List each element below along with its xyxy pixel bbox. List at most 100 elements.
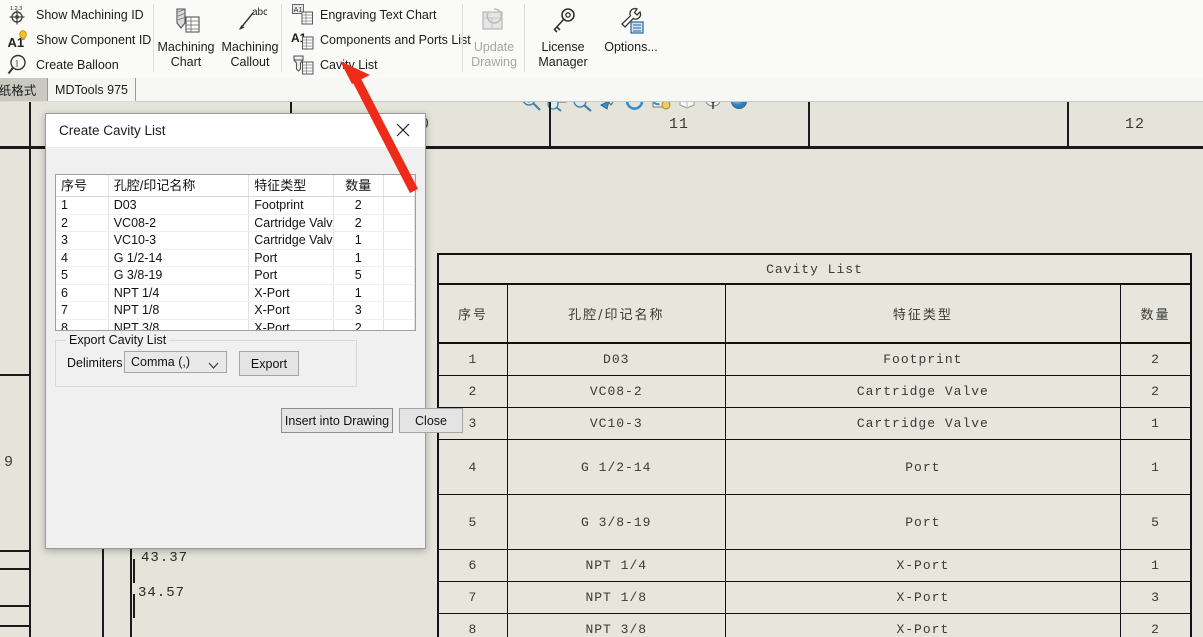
cell-qty: 2 <box>1120 613 1192 637</box>
cell-name: NPT 1/4 <box>108 284 250 302</box>
engraving-text-chart-icon: A1 <box>291 3 314 26</box>
create-cavity-list-dialog[interactable]: Create Cavity List 序号 孔腔/印记名称 特征类型 数量 1 … <box>45 113 463 549</box>
svg-text:1.2.3: 1.2.3 <box>10 6 22 12</box>
close-button[interactable]: Close <box>399 408 463 433</box>
cell-spare <box>383 214 415 232</box>
license-manager-button[interactable]: License Manager <box>531 2 595 69</box>
options-label-1: Options... <box>604 40 658 54</box>
drawing-header-no: 序号 <box>437 283 508 344</box>
cell-no: 3 <box>56 231 109 250</box>
grid-header-no[interactable]: 序号 <box>56 175 109 197</box>
cell-type: X-Port <box>248 319 334 330</box>
zone-divider-left-3 <box>0 568 30 570</box>
ribbon-group-tools: License Manager Options... <box>525 0 663 78</box>
grid-row[interactable]: 2 VC08-2 Cartridge Valve 2 <box>56 214 415 232</box>
dimension-value-2: 34.57 <box>138 585 186 601</box>
grid-row[interactable]: 4G 1/2-14 Port 1 <box>56 249 415 267</box>
cell-no: 6 <box>437 549 508 582</box>
cell-no: 1 <box>437 342 508 376</box>
cell-no: 2 <box>56 214 109 232</box>
tab-mdtools-975-label: MDTools 975 <box>55 82 128 97</box>
cell-type: X-Port <box>248 284 334 302</box>
dialog-titlebar[interactable]: Create Cavity List <box>46 114 425 148</box>
cell-name: G 3/8-19 <box>506 494 726 550</box>
update-drawing-label-2: Drawing <box>471 55 517 69</box>
insert-into-drawing-button[interactable]: Insert into Drawing <box>281 408 393 433</box>
chevron-down-icon <box>208 359 219 373</box>
grid-row[interactable]: 3 VC10-3 Cartridge Valve 1 <box>56 231 415 250</box>
cell-name: NPT 1/8 <box>108 301 250 320</box>
ribbon-group-ids: 1.2.3 Show Machining ID A1 Show Componen… <box>0 0 154 78</box>
drawing-table-row: 7 NPT 1/8 X-Port 3 <box>437 581 1192 614</box>
cell-type: Port <box>248 266 334 285</box>
tab-paper-format[interactable]: 纸格式 <box>0 78 48 101</box>
cavity-list-button[interactable]: Cavity List <box>288 52 381 77</box>
tab-mdtools-975[interactable]: MDTools 975 <box>48 78 136 101</box>
machining-callout-button[interactable]: abc Machining Callout <box>218 2 282 69</box>
zone-divider-left-1 <box>0 374 30 376</box>
export-button[interactable]: Export <box>239 351 299 376</box>
show-component-id-button[interactable]: A1 Show Component ID <box>4 27 154 52</box>
cell-qty: 2 <box>1120 375 1192 408</box>
cell-name: NPT 3/8 <box>506 613 726 637</box>
machining-callout-label-1: Machining <box>221 40 279 54</box>
machining-chart-button[interactable]: Machining Chart <box>154 2 218 69</box>
options-button[interactable]: Options... <box>599 2 663 54</box>
create-balloon-button[interactable]: 1 Create Balloon <box>4 52 122 77</box>
cell-type: Port <box>248 249 334 267</box>
machining-chart-icon <box>169 5 203 39</box>
tab-strip-filler <box>136 78 1203 102</box>
grid-row[interactable]: 8 NPT 3/8 X-Port 2 <box>56 319 415 330</box>
zone-divider-left-4 <box>0 605 30 607</box>
cell-spare <box>383 231 415 250</box>
drawing-table-row: 5G 3/8-19 Port 5 <box>437 494 1192 550</box>
grid-header-type[interactable]: 特征类型 <box>248 175 334 197</box>
cell-spare <box>383 284 415 302</box>
cell-qty: 3 <box>1120 581 1192 614</box>
grid-header-spare[interactable] <box>383 175 415 197</box>
components-ports-list-label: Components and Ports List <box>320 32 471 47</box>
svg-text:1: 1 <box>15 59 20 69</box>
cell-no: 6 <box>56 284 109 302</box>
update-drawing-icon <box>477 5 511 39</box>
cell-type: Cartridge Valve <box>724 407 1122 440</box>
cell-type: X-Port <box>724 613 1122 637</box>
grid-row[interactable]: 7 NPT 1/8 X-Port 3 <box>56 301 415 320</box>
zone-divider-left-5 <box>0 625 30 627</box>
zone-tick-a <box>29 102 31 146</box>
engraving-text-chart-button[interactable]: A1 Engraving Text Chart <box>288 2 440 27</box>
drawing-table-header-row: 序号 孔腔/印记名称 特征类型 数量 <box>437 283 1192 344</box>
close-icon[interactable] <box>381 114 425 146</box>
drawing-table-row: 3 VC10-3 Cartridge Valve 1 <box>437 407 1192 440</box>
cell-type: Footprint <box>724 342 1122 376</box>
grid-row[interactable]: 1 D03 Footprint 2 <box>56 196 415 215</box>
delimiters-value: Comma (,) <box>131 355 191 369</box>
drawing-header-type: 特征类型 <box>724 283 1122 344</box>
machining-callout-label-2: Callout <box>230 55 270 69</box>
ribbon-group-update: Update Drawing <box>463 0 525 78</box>
drawing-header-name: 孔腔/印记名称 <box>506 283 726 344</box>
grid-row[interactable]: 6 NPT 1/4 X-Port 1 <box>56 284 415 302</box>
dimension-leader-2 <box>133 594 135 618</box>
zone-number-12: 12 <box>1124 115 1145 133</box>
cell-type: Port <box>724 439 1122 495</box>
license-manager-label-2: Manager <box>538 55 588 69</box>
cell-type: X-Port <box>724 549 1122 582</box>
cell-spare <box>383 266 415 285</box>
cell-no: 5 <box>56 266 109 285</box>
cavity-list-grid[interactable]: 序号 孔腔/印记名称 特征类型 数量 1 D03 Footprint 2 2 VC08-2… <box>55 174 416 331</box>
show-machining-id-button[interactable]: 1.2.3 Show Machining ID <box>4 2 147 27</box>
cell-no: 7 <box>56 301 109 320</box>
cell-no: 2 <box>437 375 508 408</box>
cell-qty: 2 <box>333 319 384 330</box>
cell-qty: 5 <box>1120 494 1192 550</box>
components-ports-list-button[interactable]: A1 Components and Ports List <box>288 27 474 52</box>
grid-header-qty[interactable]: 数量 <box>333 175 384 197</box>
delimiters-select[interactable]: Comma (,) <box>124 351 227 373</box>
update-drawing-button[interactable]: Update Drawing <box>463 2 525 69</box>
grid-row[interactable]: 5G 3/8-19 Port 5 <box>56 266 415 285</box>
cell-no: 4 <box>437 439 508 495</box>
cell-qty: 1 <box>1120 439 1192 495</box>
grid-header-name[interactable]: 孔腔/印记名称 <box>108 175 250 197</box>
cell-no: 7 <box>437 581 508 614</box>
